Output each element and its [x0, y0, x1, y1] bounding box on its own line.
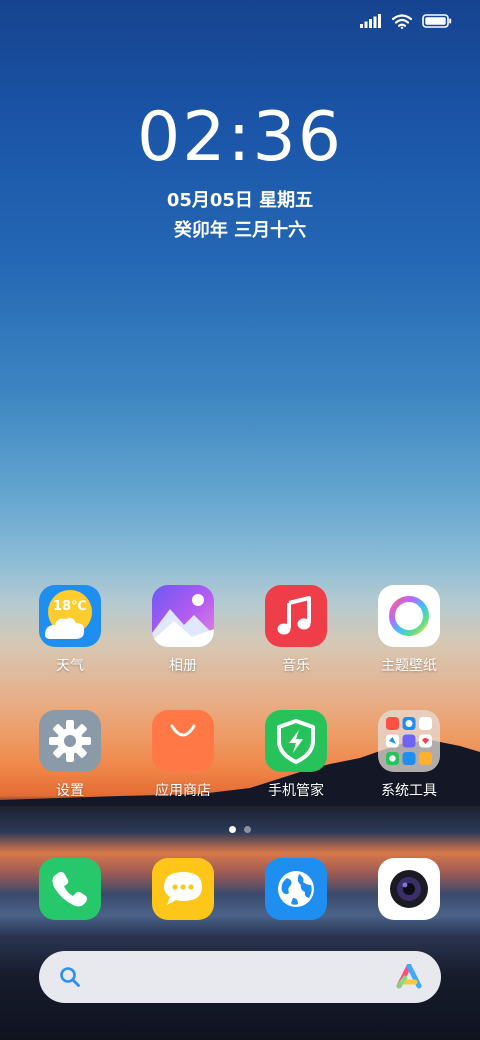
- battery-icon: [422, 14, 452, 28]
- weather-icon: 18℃: [39, 585, 101, 647]
- gallery-icon: [152, 585, 214, 647]
- app-store[interactable]: 应用商店: [133, 710, 233, 800]
- dock-phone[interactable]: [20, 858, 120, 920]
- browser-icon: [265, 858, 327, 920]
- weather-temp: 18℃: [53, 599, 87, 614]
- app-gallery[interactable]: 相册: [133, 585, 233, 675]
- app-label: 音乐: [282, 658, 310, 674]
- clock-time[interactable]: 02:36: [0, 98, 480, 177]
- wifi-icon: [392, 13, 412, 29]
- app-music[interactable]: 音乐: [246, 585, 346, 675]
- folder-icon: [378, 710, 440, 772]
- app-weather[interactable]: 18℃ 天气: [20, 585, 120, 675]
- page-dot-active: [229, 826, 236, 833]
- app-settings[interactable]: 设置: [20, 710, 120, 800]
- search-bar[interactable]: [39, 951, 441, 1003]
- messages-icon: [152, 858, 214, 920]
- app-label: 手机管家: [268, 783, 324, 799]
- folder-system-tools[interactable]: 系统工具: [359, 710, 459, 800]
- status-bar: [360, 10, 452, 32]
- shopping-bag-icon: [152, 710, 214, 772]
- app-label: 相册: [169, 658, 197, 674]
- themes-icon: [378, 585, 440, 647]
- dock-camera[interactable]: [359, 858, 459, 920]
- app-label: 设置: [56, 783, 84, 799]
- page-indicator[interactable]: [0, 826, 480, 833]
- camera-icon: [378, 858, 440, 920]
- page-dot: [244, 826, 251, 833]
- app-label: 系统工具: [381, 783, 437, 799]
- signal-icon: [360, 14, 381, 28]
- dock-browser[interactable]: [246, 858, 346, 920]
- app-themes[interactable]: 主题壁纸: [359, 585, 459, 675]
- assistant-icon[interactable]: [395, 964, 423, 990]
- app-label: 应用商店: [155, 783, 211, 799]
- clock-date: 05月05日 星期五: [166, 190, 314, 211]
- home-screen: 02:36 05月05日 星期五 癸卯年 三月十六 18℃ 天气 相册 音乐 主…: [0, 0, 480, 1040]
- shield-icon: [265, 710, 327, 772]
- clock-lunar-date: 癸卯年 三月十六: [173, 220, 307, 241]
- app-security[interactable]: 手机管家: [246, 710, 346, 800]
- app-label: 天气: [56, 658, 84, 674]
- dock-messages[interactable]: [133, 858, 233, 920]
- music-icon: [265, 585, 327, 647]
- gear-icon: [39, 710, 101, 772]
- app-label: 主题壁纸: [381, 658, 437, 674]
- phone-icon: [39, 858, 101, 920]
- search-icon: [60, 967, 80, 987]
